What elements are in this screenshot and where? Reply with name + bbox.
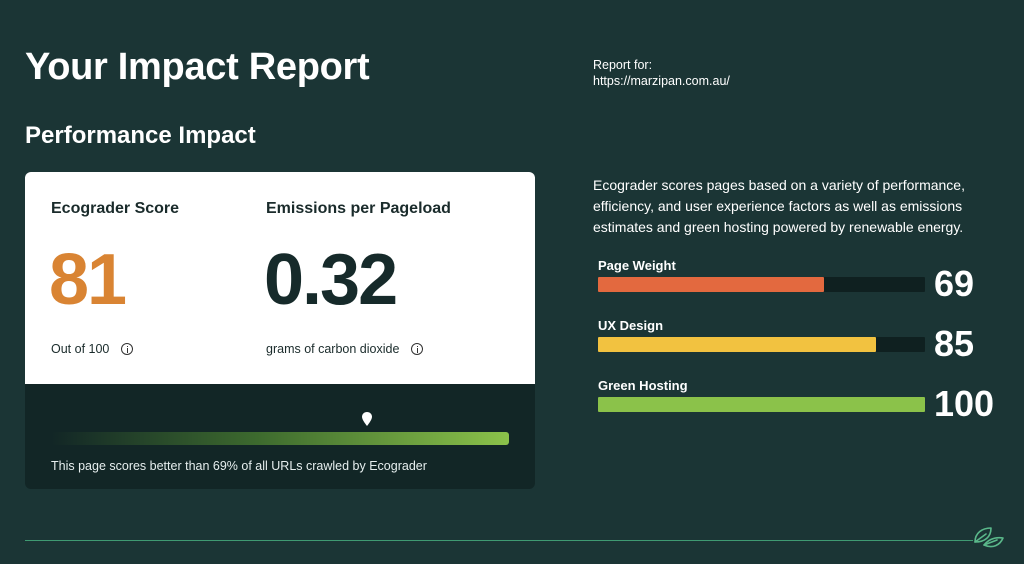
percentile-caption: This page scores better than 69% of all … — [51, 459, 427, 473]
factor-page-weight: Page Weight 69 — [598, 258, 1008, 308]
factor-green-hosting: Green Hosting 100 — [598, 378, 1008, 428]
factor-track — [598, 277, 925, 292]
emissions-label: Emissions per Pageload — [266, 200, 451, 217]
percentile-gradient-bar — [51, 432, 509, 445]
emissions-subtext: grams of carbon dioxide — [266, 342, 424, 356]
info-icon[interactable] — [121, 343, 134, 355]
emissions-value: 0.32 — [264, 240, 398, 320]
factor-value: 85 — [934, 323, 975, 364]
factor-track — [598, 397, 925, 412]
ecograder-score-subtext-label: Out of 100 — [51, 342, 110, 356]
report-for-label: Report for: — [593, 58, 653, 72]
factor-track — [598, 337, 925, 352]
emissions-subtext-label: grams of carbon dioxide — [266, 342, 400, 356]
factor-value: 100 — [934, 383, 995, 424]
factor-fill — [598, 337, 876, 352]
ecograder-score-label: Ecograder Score — [51, 200, 180, 217]
ecograder-score-value: 81 — [49, 240, 127, 320]
info-icon[interactable] — [411, 343, 424, 355]
ecograder-score: Ecograder Score 81 Out of 100 — [49, 200, 180, 356]
page-title: Your Impact Report — [25, 46, 370, 88]
report-for: Report for: https://marzipan.com.au/ — [593, 57, 730, 89]
emissions-per-pageload: Emissions per Pageload 0.32 grams of car… — [264, 200, 451, 356]
factor-fill — [598, 277, 824, 292]
factor-ux-design: UX Design 85 — [598, 318, 1008, 368]
factor-value: 69 — [934, 263, 975, 304]
section-title: Performance Impact — [25, 122, 256, 149]
score-card: Ecograder Score 81 Out of 100 Emissions … — [25, 172, 535, 489]
footer-divider — [25, 540, 973, 541]
ecograder-description: Ecograder scores pages based on a variet… — [593, 177, 965, 235]
map-pin-icon — [362, 412, 373, 426]
leaf-logo-icon — [974, 527, 1004, 548]
factor-fill — [598, 397, 925, 412]
score-card-top: Ecograder Score 81 Out of 100 Emissions … — [25, 172, 535, 384]
ecograder-score-subtext: Out of 100 — [51, 342, 134, 356]
report-url[interactable]: https://marzipan.com.au/ — [593, 73, 730, 89]
